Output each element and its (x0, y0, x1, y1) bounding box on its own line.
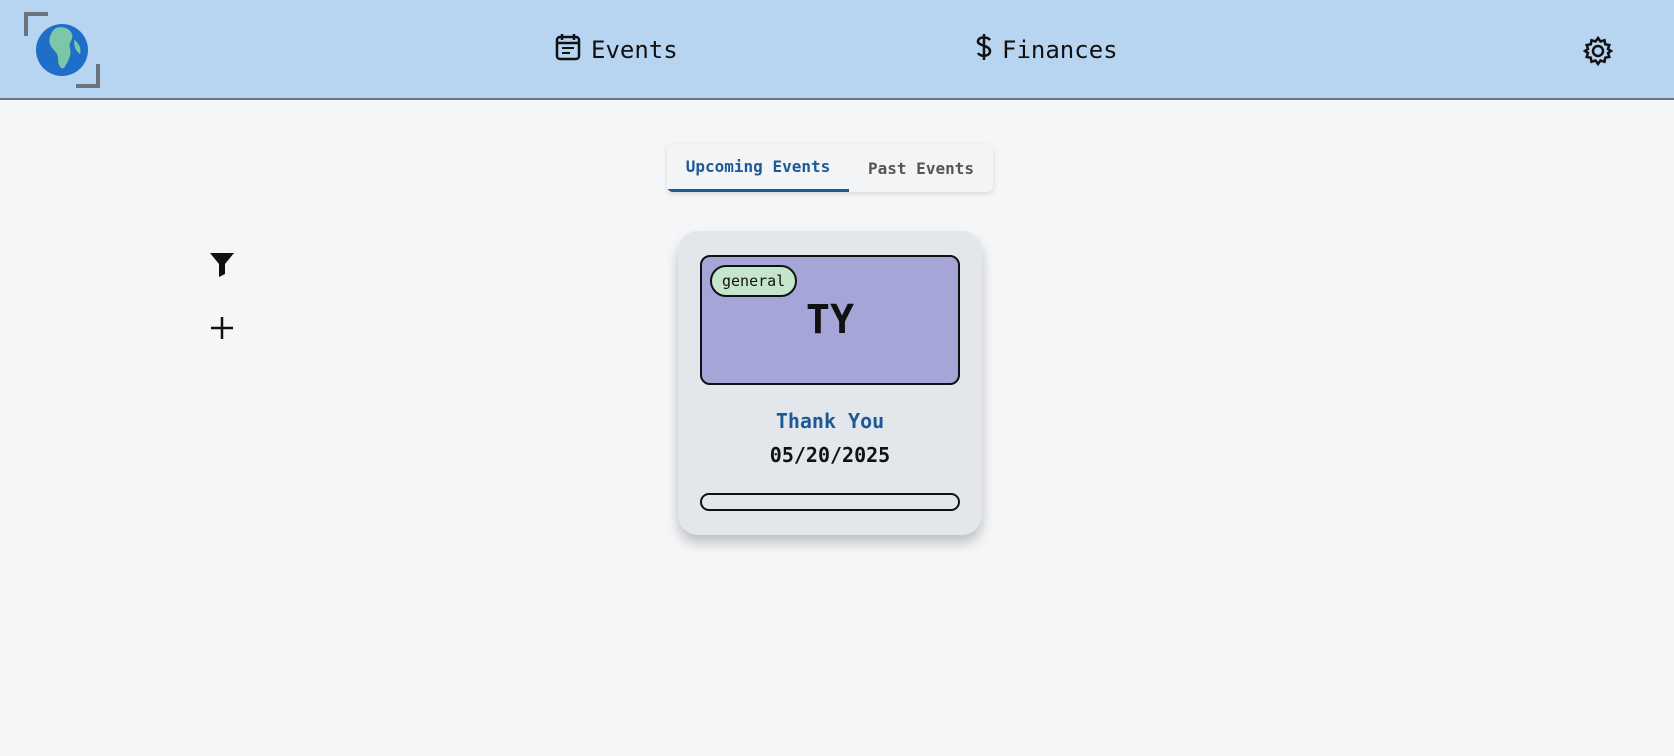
settings-gear-icon[interactable] (1582, 35, 1614, 67)
event-card[interactable]: general TY Thank You 05/20/2025 (678, 231, 982, 535)
nav-events[interactable]: Events (555, 30, 678, 70)
event-progress-bar (700, 493, 960, 511)
top-navigation-bar: Events Finances (0, 0, 1674, 100)
category-tag: general (710, 265, 798, 297)
calendar-icon (555, 33, 581, 67)
event-date: 05/20/2025 (769, 443, 891, 467)
tab-upcoming-events[interactable]: Upcoming Events (667, 144, 849, 192)
nav-finances-label: Finances (1002, 36, 1118, 64)
filter-icon[interactable] (208, 250, 236, 278)
logo-globe-icon[interactable] (24, 12, 100, 88)
event-card-banner: general TY (700, 255, 960, 385)
dollar-icon (976, 33, 992, 67)
nav-events-label: Events (591, 36, 678, 64)
nav-finances[interactable]: Finances (976, 30, 1118, 70)
plus-icon[interactable] (208, 314, 236, 342)
event-initials: TY (805, 297, 855, 343)
event-tabs: Upcoming Events Past Events (667, 144, 993, 192)
tab-past-events[interactable]: Past Events (849, 144, 993, 192)
event-title: Thank You (775, 409, 885, 433)
